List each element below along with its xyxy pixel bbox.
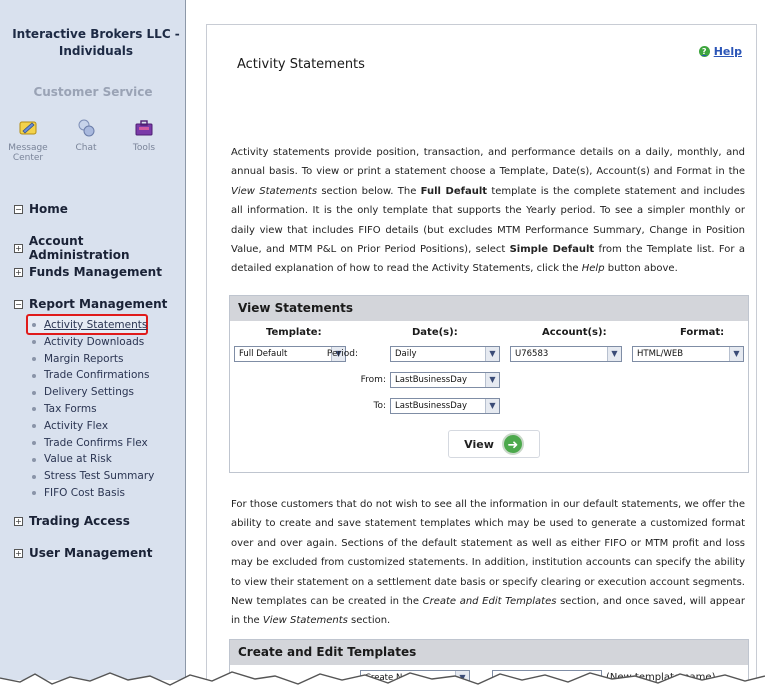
intro-paragraph: Activity statements provide position, tr… xyxy=(231,147,745,275)
message-center-icon xyxy=(17,117,39,139)
bullet-icon xyxy=(32,491,36,496)
bullet-icon xyxy=(32,340,36,345)
expand-icon: + xyxy=(14,548,23,558)
nav-trading-access[interactable]: + Trading Access xyxy=(14,514,130,528)
sidebar-item-margin-reports[interactable]: Margin Reports xyxy=(32,351,154,368)
arrow-right-icon: ➜ xyxy=(501,433,524,455)
template-header: Template: xyxy=(266,327,322,338)
sidebar-item-stress-test-summary[interactable]: Stress Test Summary xyxy=(32,468,154,485)
nav-account-administration-label: Account Administration xyxy=(28,234,130,262)
bullet-icon xyxy=(32,457,36,462)
nav-home[interactable]: − Home xyxy=(14,202,68,216)
nav-funds-management[interactable]: + Funds Management xyxy=(14,265,162,279)
nav-user-management-label: User Management xyxy=(29,546,153,560)
nav-account-administration[interactable]: + Account Administration xyxy=(14,234,185,262)
tools-tool[interactable]: Tools xyxy=(120,117,168,153)
bullet-icon xyxy=(32,390,36,395)
format-header: Format: xyxy=(680,327,725,338)
sidebar-item-fifo-cost-basis[interactable]: FIFO Cost Basis xyxy=(32,485,154,502)
page-title: Activity Statements xyxy=(237,57,365,72)
to-label: To: xyxy=(373,401,386,411)
expand-icon: + xyxy=(14,243,23,253)
bullet-icon xyxy=(32,356,36,361)
chevron-down-icon: ▼ xyxy=(729,347,743,361)
main-panel: ? Help Activity Statements Activity stat… xyxy=(206,24,757,696)
nav-report-management-label: Report Management xyxy=(29,297,168,311)
sidebar-item-activity-downloads[interactable]: Activity Downloads xyxy=(32,334,154,351)
firm-name: Interactive Brokers LLC - Individuals xyxy=(12,27,180,58)
bullet-icon xyxy=(32,323,36,328)
expand-icon: + xyxy=(14,516,23,526)
period-label: Period: xyxy=(326,349,358,359)
report-submenu: Activity Statements Activity Downloads M… xyxy=(32,317,154,502)
from-select[interactable]: LastBusinessDay ▼ xyxy=(390,372,500,388)
view-button[interactable]: View ➜ xyxy=(448,430,540,458)
account-select[interactable]: U76583 ▼ xyxy=(510,346,622,362)
chevron-down-icon: ▼ xyxy=(485,373,499,387)
dates-header: Date(s): xyxy=(412,327,458,338)
sidebar: Interactive Brokers LLC - Individuals Cu… xyxy=(0,0,186,680)
sidebar-item-activity-statements[interactable]: Activity Statements xyxy=(32,317,154,334)
nav-funds-management-label: Funds Management xyxy=(29,265,162,279)
message-center-tool[interactable]: Message Center xyxy=(4,117,52,163)
nav-user-management[interactable]: + User Management xyxy=(14,546,152,560)
chevron-down-icon: ▼ xyxy=(485,347,499,361)
sidebar-item-trade-confirms-flex[interactable]: Trade Confirms Flex xyxy=(32,435,154,452)
nav-report-management[interactable]: − Report Management xyxy=(14,297,167,311)
period-select[interactable]: Daily ▼ xyxy=(390,346,500,362)
bullet-icon xyxy=(32,373,36,378)
bullet-icon xyxy=(32,474,36,479)
sidebar-item-activity-flex[interactable]: Activity Flex xyxy=(32,418,154,435)
tools-label: Tools xyxy=(132,143,156,153)
customer-service-heading: Customer Service xyxy=(33,85,153,99)
sidebar-item-trade-confirmations[interactable]: Trade Confirmations xyxy=(32,367,154,384)
from-label: From: xyxy=(360,375,386,385)
custom-templates-paragraph: For those customers that do not wish to … xyxy=(231,499,745,627)
help-label: Help xyxy=(713,45,742,58)
torn-edge xyxy=(0,671,765,696)
view-button-label: View xyxy=(464,437,494,451)
format-select[interactable]: HTML/WEB ▼ xyxy=(632,346,744,362)
sidebar-item-tax-forms[interactable]: Tax Forms xyxy=(32,401,154,418)
help-icon: ? xyxy=(698,46,710,57)
chevron-down-icon: ▼ xyxy=(485,399,499,413)
message-center-label: Message Center xyxy=(8,143,48,163)
bullet-icon xyxy=(32,440,36,445)
nav-trading-access-label: Trading Access xyxy=(29,514,130,528)
help-link[interactable]: ? Help xyxy=(698,45,742,58)
chat-icon xyxy=(75,117,97,139)
chat-tool[interactable]: Chat xyxy=(62,117,110,153)
view-statements-heading: View Statements xyxy=(230,296,748,321)
to-select[interactable]: LastBusinessDay ▼ xyxy=(390,398,500,414)
chevron-down-icon: ▼ xyxy=(607,347,621,361)
bullet-icon xyxy=(32,424,36,429)
sidebar-item-delivery-settings[interactable]: Delivery Settings xyxy=(32,384,154,401)
expand-icon: + xyxy=(14,267,23,277)
view-statements-panel: View Statements Template: Date(s): Accou… xyxy=(229,295,749,473)
nav-home-label: Home xyxy=(29,202,68,216)
tools-icon xyxy=(133,117,155,139)
sidebar-item-value-at-risk[interactable]: Value at Risk xyxy=(32,451,154,468)
bullet-icon xyxy=(32,407,36,412)
accounts-header: Account(s): xyxy=(542,327,607,338)
collapse-icon: − xyxy=(14,299,23,309)
chat-label: Chat xyxy=(75,143,97,153)
collapse-icon: − xyxy=(14,204,23,214)
